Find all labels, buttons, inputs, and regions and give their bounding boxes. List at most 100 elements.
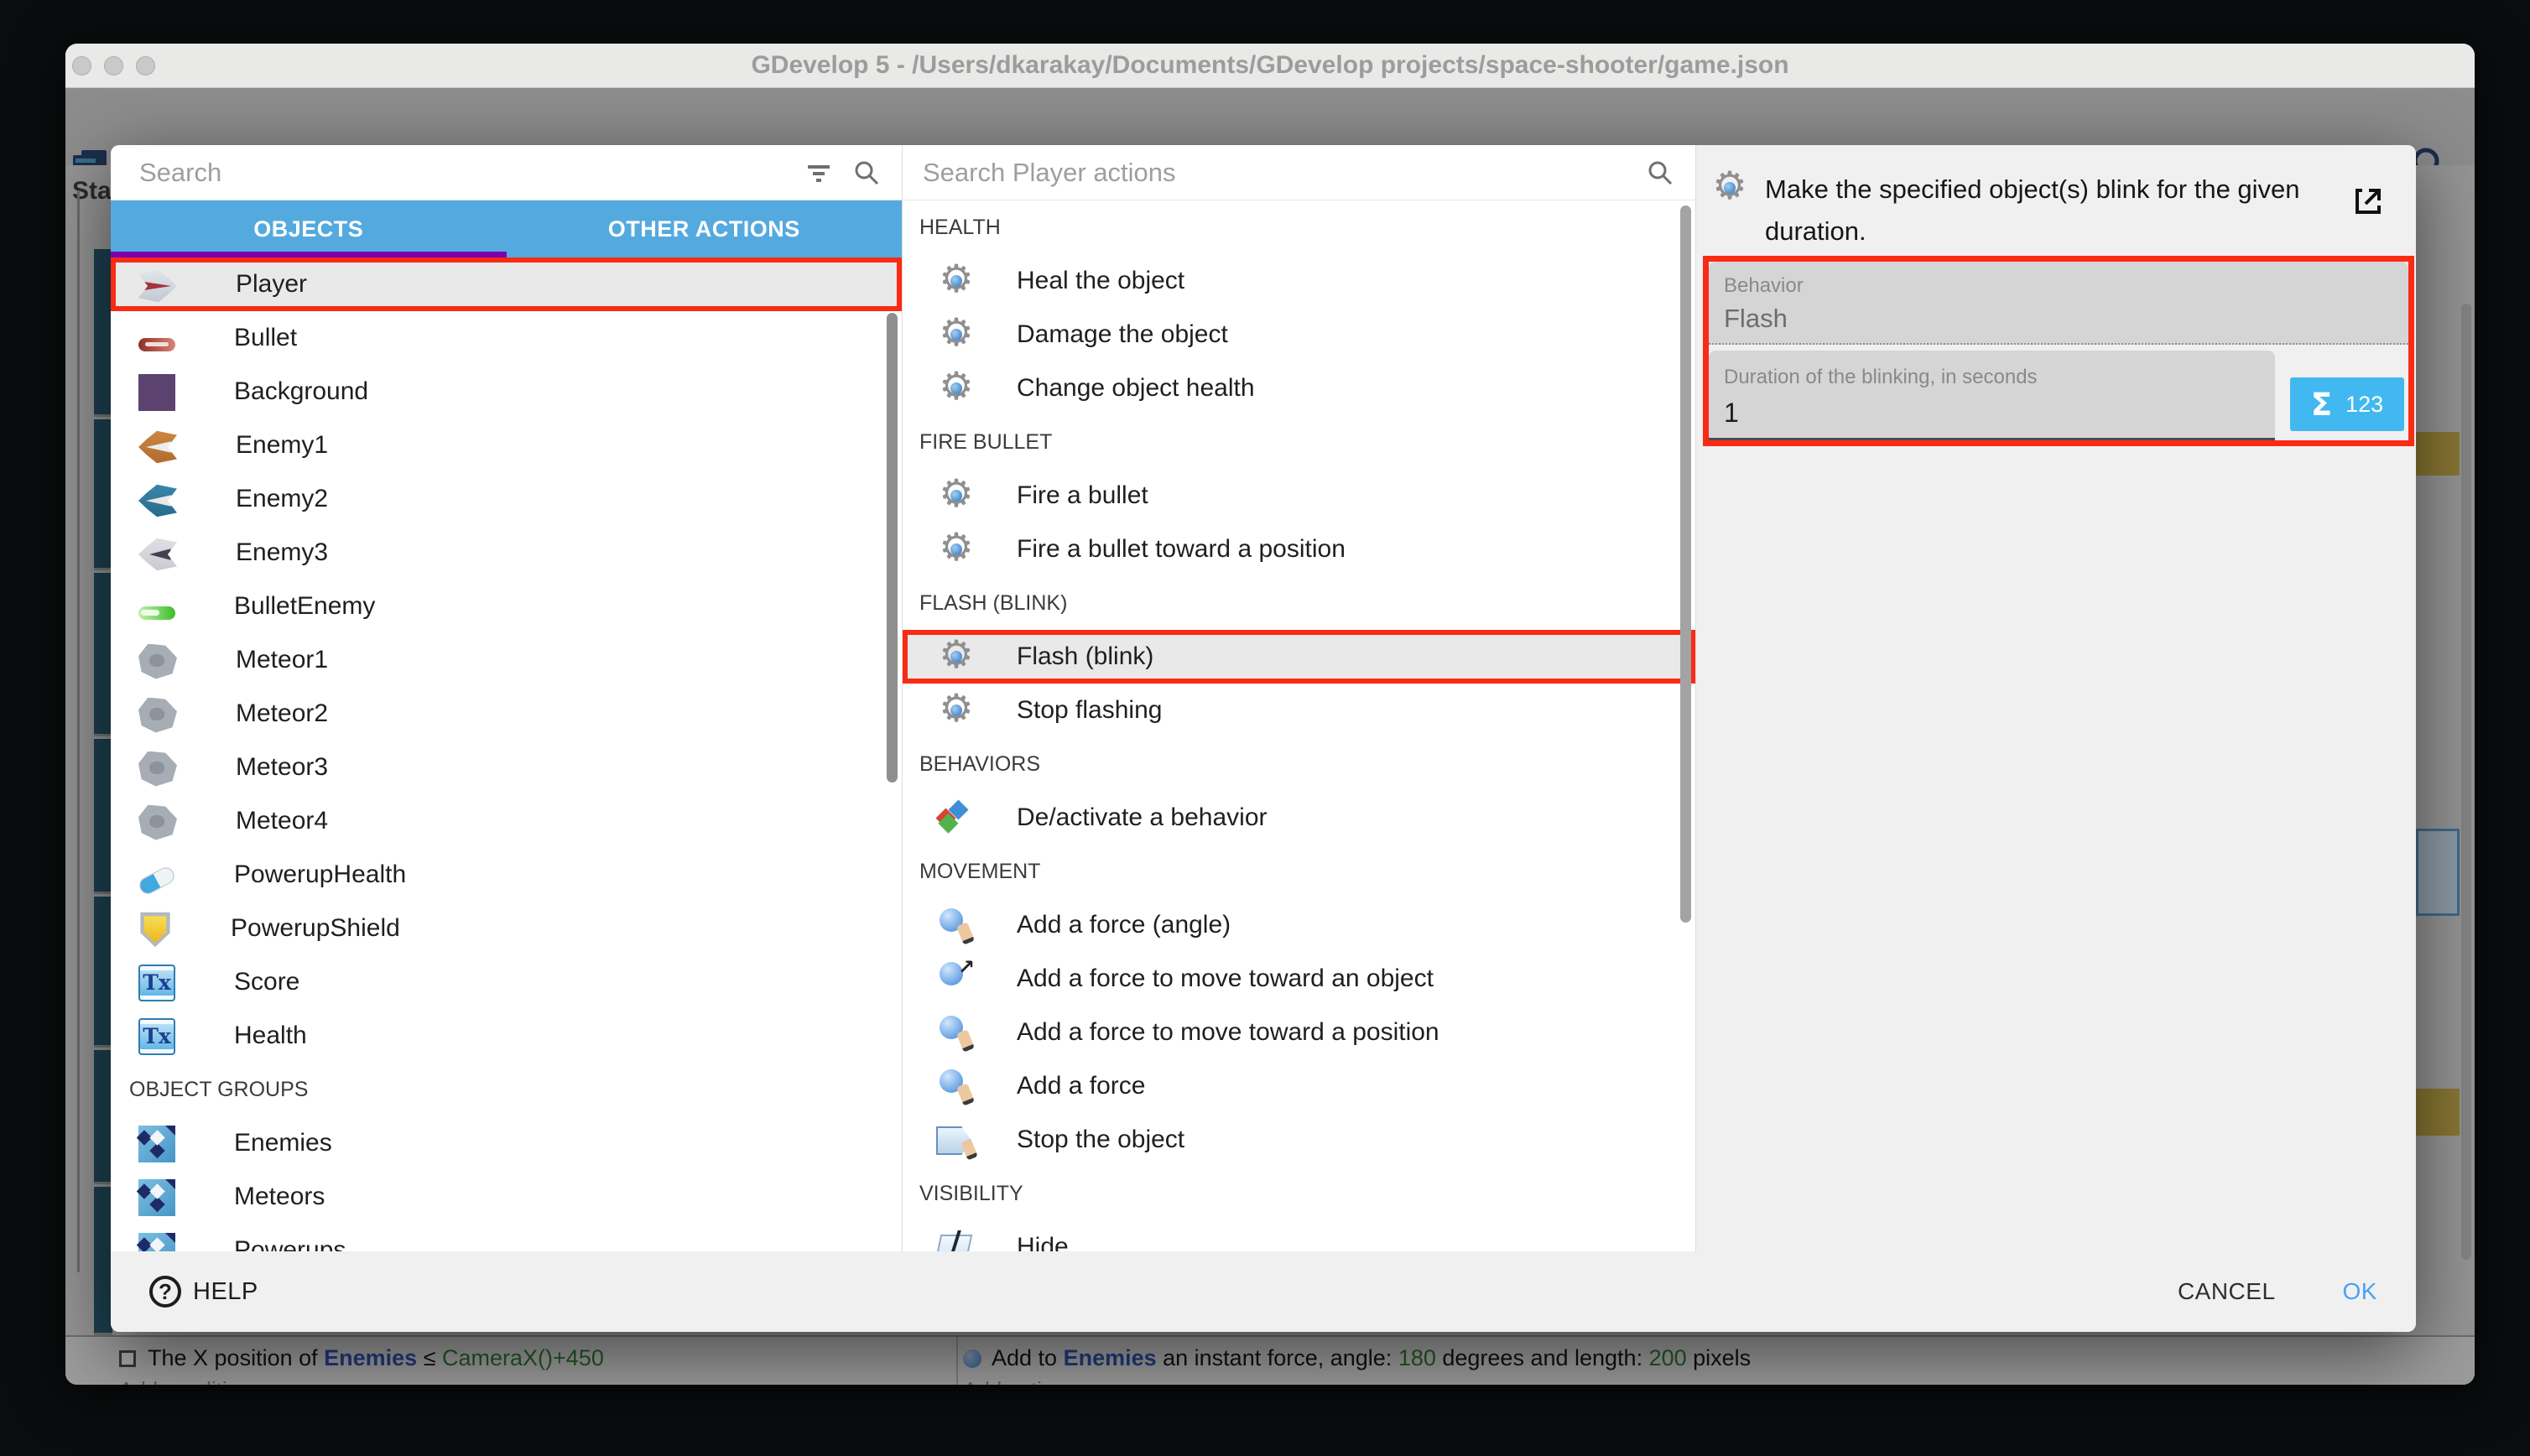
actions-scrollbar[interactable] xyxy=(1680,205,1691,923)
instruction-editor-dialog: OBJECTS OTHER ACTIONS Player Bullet Backg… xyxy=(111,145,2416,1332)
object-icon xyxy=(138,1018,175,1055)
object-list-entry[interactable]: Health xyxy=(111,1009,902,1063)
tab[interactable]: OBJECTS xyxy=(111,200,507,257)
action-label: Heal the object xyxy=(1017,267,1184,295)
action-list-entry: VISIBILITY xyxy=(903,1167,1695,1220)
object-label: Enemy2 xyxy=(236,485,328,513)
object-list-entry[interactable]: BulletEnemy xyxy=(111,580,902,633)
behavior-field-value: Flash xyxy=(1724,304,1788,334)
dialog-footer: ? HELP CANCEL OK xyxy=(111,1251,2416,1332)
object-label: PowerupHealth xyxy=(234,861,406,889)
action-list-entry[interactable]: Hide xyxy=(903,1220,1695,1251)
actions-search-row xyxy=(903,145,1695,200)
object-list-entry[interactable]: Meteor1 xyxy=(111,633,902,687)
expression-builder-button[interactable]: Σ 123 xyxy=(2290,377,2404,431)
help-button[interactable]: HELP xyxy=(193,1278,258,1306)
object-list-entry[interactable]: Enemy1 xyxy=(111,419,902,472)
action-list-entry[interactable]: Change object health xyxy=(903,361,1695,415)
object-label: PowerupShield xyxy=(231,914,400,943)
object-icon xyxy=(138,1233,175,1251)
action-list-entry[interactable]: Damage the object xyxy=(903,308,1695,361)
tab-label: OTHER ACTIONS xyxy=(608,216,800,242)
object-list-entry[interactable]: Powerups xyxy=(111,1224,902,1251)
action-list-entry[interactable]: Add a force to move toward an object xyxy=(903,952,1695,1006)
action-list-entry: BEHAVIORS xyxy=(903,737,1695,791)
action-list-entry[interactable]: Fire a bullet toward a position xyxy=(903,523,1695,576)
object-icon xyxy=(137,865,177,897)
object-list-entry[interactable]: PowerupShield xyxy=(111,902,902,955)
objects-tabs: OBJECTS OTHER ACTIONS xyxy=(111,200,902,257)
object-list-entry[interactable]: PowerupHealth xyxy=(111,848,902,902)
action-label: De/activate a behavior xyxy=(1017,803,1268,832)
expression-button-label: 123 xyxy=(2345,392,2383,418)
filter-icon[interactable] xyxy=(806,160,831,185)
objects-list: Player Bullet Background Enemy1 Enemy2 xyxy=(111,257,902,1251)
duration-field-label: Duration of the blinking, in seconds xyxy=(1724,366,2038,389)
sigma-icon: Σ xyxy=(2311,387,2332,423)
search-icon[interactable] xyxy=(853,159,880,186)
search-icon[interactable] xyxy=(1647,159,1674,186)
action-list-entry[interactable]: De/activate a behavior xyxy=(903,791,1695,845)
action-list-entry[interactable]: Heal the object xyxy=(903,254,1695,308)
action-list-entry: FLASH (BLINK) xyxy=(903,576,1695,630)
actions-list: HEALTH Heal the object Damage the object… xyxy=(903,200,1695,1251)
object-icon xyxy=(138,805,177,840)
object-list-entry[interactable]: Meteors xyxy=(111,1170,902,1224)
ok-button[interactable]: OK xyxy=(2343,1278,2377,1305)
action-label: Hide xyxy=(1017,1233,1069,1251)
object-list-entry[interactable]: Player xyxy=(111,257,902,311)
action-label: Add a force to move toward an object xyxy=(1017,965,1434,993)
action-list-entry[interactable]: Fire a bullet xyxy=(903,469,1695,523)
object-label: Meteor3 xyxy=(236,753,328,782)
object-icon xyxy=(138,1179,175,1216)
parameters-panel: Make the specified object(s) blink for t… xyxy=(1696,145,2416,1251)
action-label: Stop flashing xyxy=(1017,696,1162,725)
action-list-entry[interactable]: Add a force to move toward a position xyxy=(903,1006,1695,1059)
tab[interactable]: OTHER ACTIONS xyxy=(507,200,903,257)
action-label: Flash (blink) xyxy=(1017,642,1153,671)
action-icon xyxy=(936,690,976,731)
behavior-field[interactable]: Behavior Flash xyxy=(1709,262,2408,345)
cancel-button[interactable]: CANCEL xyxy=(2178,1278,2276,1305)
action-icon xyxy=(936,798,976,838)
duration-field[interactable]: Duration of the blinking, in seconds 1 xyxy=(1709,351,2275,440)
objects-scrollbar[interactable] xyxy=(887,313,898,783)
object-label: Meteor4 xyxy=(236,807,328,835)
action-icon xyxy=(936,905,976,945)
action-label: MOVEMENT xyxy=(919,860,1040,884)
object-list-entry[interactable]: Meteor3 xyxy=(111,741,902,794)
object-label: Enemy1 xyxy=(236,431,328,460)
help-icon[interactable]: ? xyxy=(149,1276,181,1308)
objects-panel: OBJECTS OTHER ACTIONS Player Bullet Backg… xyxy=(111,145,903,1251)
object-icon xyxy=(138,965,175,1001)
object-label: Powerups xyxy=(234,1236,346,1251)
action-icon xyxy=(936,476,976,516)
object-label: OBJECT GROUPS xyxy=(129,1078,308,1102)
action-list-entry[interactable]: Add a force (angle) xyxy=(903,898,1695,952)
action-list-entry[interactable]: Stop the object xyxy=(903,1113,1695,1167)
object-icon xyxy=(138,606,175,620)
action-list-entry[interactable]: Add a force xyxy=(903,1059,1695,1113)
object-list-entry[interactable]: Meteor4 xyxy=(111,794,902,848)
objects-search-input[interactable] xyxy=(111,158,806,188)
object-icon xyxy=(138,1126,175,1162)
action-icon xyxy=(936,959,976,999)
object-label: Background xyxy=(234,377,368,406)
open-in-new-icon[interactable] xyxy=(2350,184,2384,217)
object-list-entry[interactable]: Enemy3 xyxy=(111,526,902,580)
action-list-entry[interactable]: Flash (blink) xyxy=(903,630,1695,684)
object-list-entry: OBJECT GROUPS xyxy=(111,1063,902,1116)
object-list-entry[interactable]: Meteor2 xyxy=(111,687,902,741)
action-label: Add a force to move toward a position xyxy=(1017,1018,1439,1047)
object-label: Enemy3 xyxy=(236,538,328,567)
action-icon xyxy=(936,261,976,301)
object-list-entry[interactable]: Enemies xyxy=(111,1116,902,1170)
object-list-entry[interactable]: Background xyxy=(111,365,902,419)
action-list-entry[interactable]: Stop flashing xyxy=(903,684,1695,737)
actions-search-input[interactable] xyxy=(903,158,1647,188)
object-list-entry[interactable]: Bullet xyxy=(111,311,902,365)
action-icon xyxy=(936,1012,976,1053)
object-list-entry[interactable]: Score xyxy=(111,955,902,1009)
object-list-entry[interactable]: Enemy2 xyxy=(111,472,902,526)
action-label: FIRE BULLET xyxy=(919,430,1052,455)
